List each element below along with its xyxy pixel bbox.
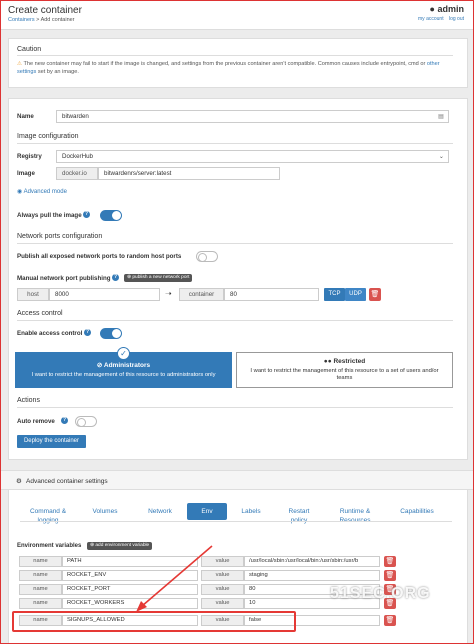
- annotation-arrow: [136, 545, 213, 612]
- watermark: 51SEC.ORG: [330, 585, 431, 602]
- annotation-highlight-box: [12, 611, 296, 632]
